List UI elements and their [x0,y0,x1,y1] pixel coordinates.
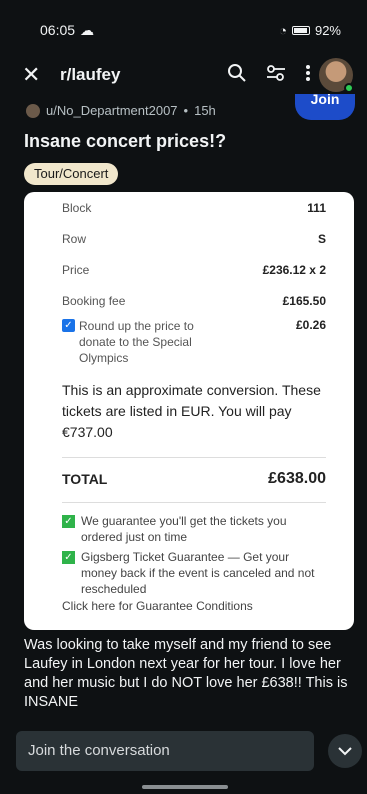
donate-option: ✓ Round up the price to donate to the Sp… [62,318,202,366]
ticket-row-price: Price £236.12 x 2 [62,254,326,285]
app-bar: ✕ r/laufey [0,52,367,98]
check-icon: ✓ [62,551,75,564]
join-button[interactable]: Join [295,94,355,120]
ticket-row-booking-fee: Booking fee £165.50 [62,285,326,316]
ticket-row-block: Block 111 [62,192,326,223]
total-row: TOTAL £638.00 [62,466,326,492]
donate-value: £0.26 [295,318,326,332]
separator-dot: • [183,103,189,118]
home-indicator[interactable] [142,785,228,789]
ticket-row-row: Row S [62,223,326,254]
more-options-icon[interactable] [305,63,311,88]
row-label: Price [62,262,90,277]
status-time: 06:05 [40,22,76,38]
sort-icon[interactable] [265,63,287,88]
comment-input[interactable]: Join the conversation [16,731,314,771]
post-age: 15h [194,103,216,118]
guarantee-text: Gigsberg Ticket Guarantee — Get your mon… [81,550,315,596]
wifi-icon: ◔ [279,22,287,38]
battery-icon [291,25,310,35]
row-value: £165.50 [282,293,326,308]
check-icon: ✓ [62,515,75,528]
cloud-icon: ☁ [80,21,95,38]
online-status-dot [344,83,354,93]
ticket-summary: Block 111 Row S Price £236.12 x 2 Bookin… [62,192,326,613]
chevron-down-icon [338,747,352,756]
post-flair[interactable]: Tour/Concert [24,163,119,185]
donate-label: Round up the price to donate to the Spec… [79,319,194,365]
author-avatar[interactable] [26,103,40,118]
divider [62,457,326,458]
close-icon[interactable]: ✕ [22,62,52,88]
avatar[interactable] [319,58,354,93]
battery-percent: 92% [314,22,341,38]
post-author-row: u/No_Department2007 • 15h [26,103,216,118]
guarantee-item: ✓ We guarantee you'll get the tickets yo… [62,513,326,545]
conversion-note: This is an approximate conversion. These… [62,382,321,440]
status-right: ◔ 92% [279,23,341,38]
checkbox-icon: ✓ [62,319,75,332]
post-image[interactable]: Block 111 Row S Price £236.12 x 2 Bookin… [24,192,354,630]
post-title: Insane concert prices!? [24,131,227,151]
scroll-down-button[interactable] [328,734,362,768]
row-value: £236.12 x 2 [262,262,326,277]
search-icon[interactable] [227,63,247,88]
subreddit-name[interactable]: r/laufey [60,65,227,85]
status-left: 06:05 ☁ [40,22,94,39]
guarantee-item: ✓ Gigsberg Ticket Guarantee — Get your m… [62,549,326,597]
guarantee-text: We guarantee you'll get the tickets you … [81,514,287,544]
row-label: Block [62,200,92,215]
guarantee-conditions-link: Click here for Guarantee Conditions [62,599,253,613]
row-label: Booking fee [62,293,126,308]
total-label: TOTAL [62,471,108,487]
status-bar: 06:05 ☁ ◔ 92% [0,0,367,60]
divider [62,502,326,503]
row-label: Row [62,231,87,246]
total-value: £638.00 [268,470,326,487]
row-value: 111 [307,200,326,215]
post-body: Was looking to take myself and my friend… [24,637,348,710]
donate-row: ✓ Round up the price to donate to the Sp… [62,318,326,366]
post-author[interactable]: u/No_Department2007 [46,103,178,118]
app-bar-actions [227,63,311,88]
row-value: S [317,231,326,246]
